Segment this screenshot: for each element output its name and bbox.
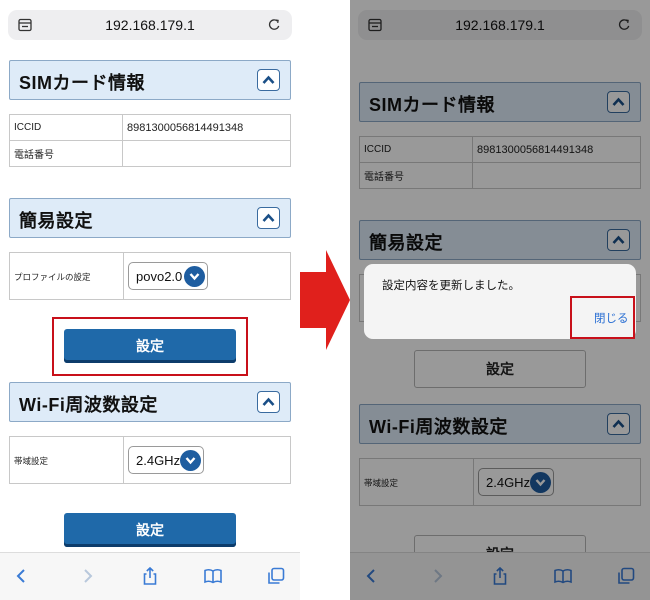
browser-toolbar — [0, 552, 300, 600]
collapse-simple-button[interactable] — [257, 207, 280, 229]
band-select[interactable]: 2.4GHz — [128, 446, 204, 474]
apply-wifi-button[interactable]: 設定 — [64, 513, 236, 547]
band-select-value: 2.4GHz — [136, 453, 181, 468]
tab-switcher-icon[interactable] — [266, 566, 286, 586]
page-content[interactable]: SIMカード情報 ICCID 8981300056814491348 電話番号 … — [0, 48, 300, 552]
simple-settings-title: 簡易設定 — [19, 211, 93, 231]
chevron-down-icon — [180, 450, 201, 471]
highlight-frame — [570, 296, 635, 339]
chevron-up-icon — [262, 213, 275, 222]
simple-settings-header: 簡易設定 — [9, 198, 291, 238]
bookmarks-icon[interactable] — [203, 566, 223, 586]
profile-label: プロファイルの設定 — [10, 253, 124, 299]
right-arrow-icon — [300, 250, 350, 350]
iccid-label: ICCID — [9, 114, 123, 141]
chevron-up-icon — [262, 397, 275, 406]
profile-select-value: povo2.0 — [136, 269, 183, 284]
table-row: 電話番号 — [9, 140, 291, 167]
profile-select[interactable]: povo2.0 — [128, 262, 208, 290]
back-icon[interactable] — [12, 566, 32, 586]
share-icon[interactable] — [140, 566, 160, 586]
table-row: ICCID 8981300056814491348 — [9, 114, 291, 141]
address-bar: 192.168.179.1 — [0, 0, 300, 48]
wifi-section-title: Wi-Fi周波数設定 — [19, 395, 158, 415]
phone-number-value — [122, 140, 291, 167]
highlight-frame — [52, 317, 248, 376]
iccid-value: 8981300056814491348 — [122, 114, 291, 141]
band-setting-row: 帯域設定 2.4GHz — [9, 436, 291, 484]
chevron-up-icon — [262, 75, 275, 84]
dialog-message: 設定内容を更新しました。 — [382, 280, 520, 292]
band-label: 帯域設定 — [10, 437, 124, 483]
url-text: 192.168.179.1 — [105, 17, 195, 33]
phone-screen-before: 192.168.179.1 SIMカード情報 ICCID 89813000568… — [0, 0, 300, 600]
url-field[interactable]: 192.168.179.1 — [8, 10, 292, 40]
collapse-wifi-button[interactable] — [257, 391, 280, 413]
phone-screen-after: 192.168.179.1 SIMカード情報 ICCID 89813000568… — [350, 0, 650, 600]
sim-section-title: SIMカード情報 — [19, 73, 146, 93]
wifi-section-header: Wi-Fi周波数設定 — [9, 382, 291, 422]
profile-setting-row: プロファイルの設定 povo2.0 — [9, 252, 291, 300]
forward-icon[interactable] — [77, 566, 97, 586]
sim-section-header: SIMカード情報 — [9, 60, 291, 100]
sim-info-table: ICCID 8981300056814491348 電話番号 — [9, 114, 291, 167]
chevron-down-icon — [184, 266, 205, 287]
collapse-sim-button[interactable] — [257, 69, 280, 91]
phone-number-label: 電話番号 — [9, 140, 123, 167]
reload-icon[interactable] — [267, 17, 282, 32]
